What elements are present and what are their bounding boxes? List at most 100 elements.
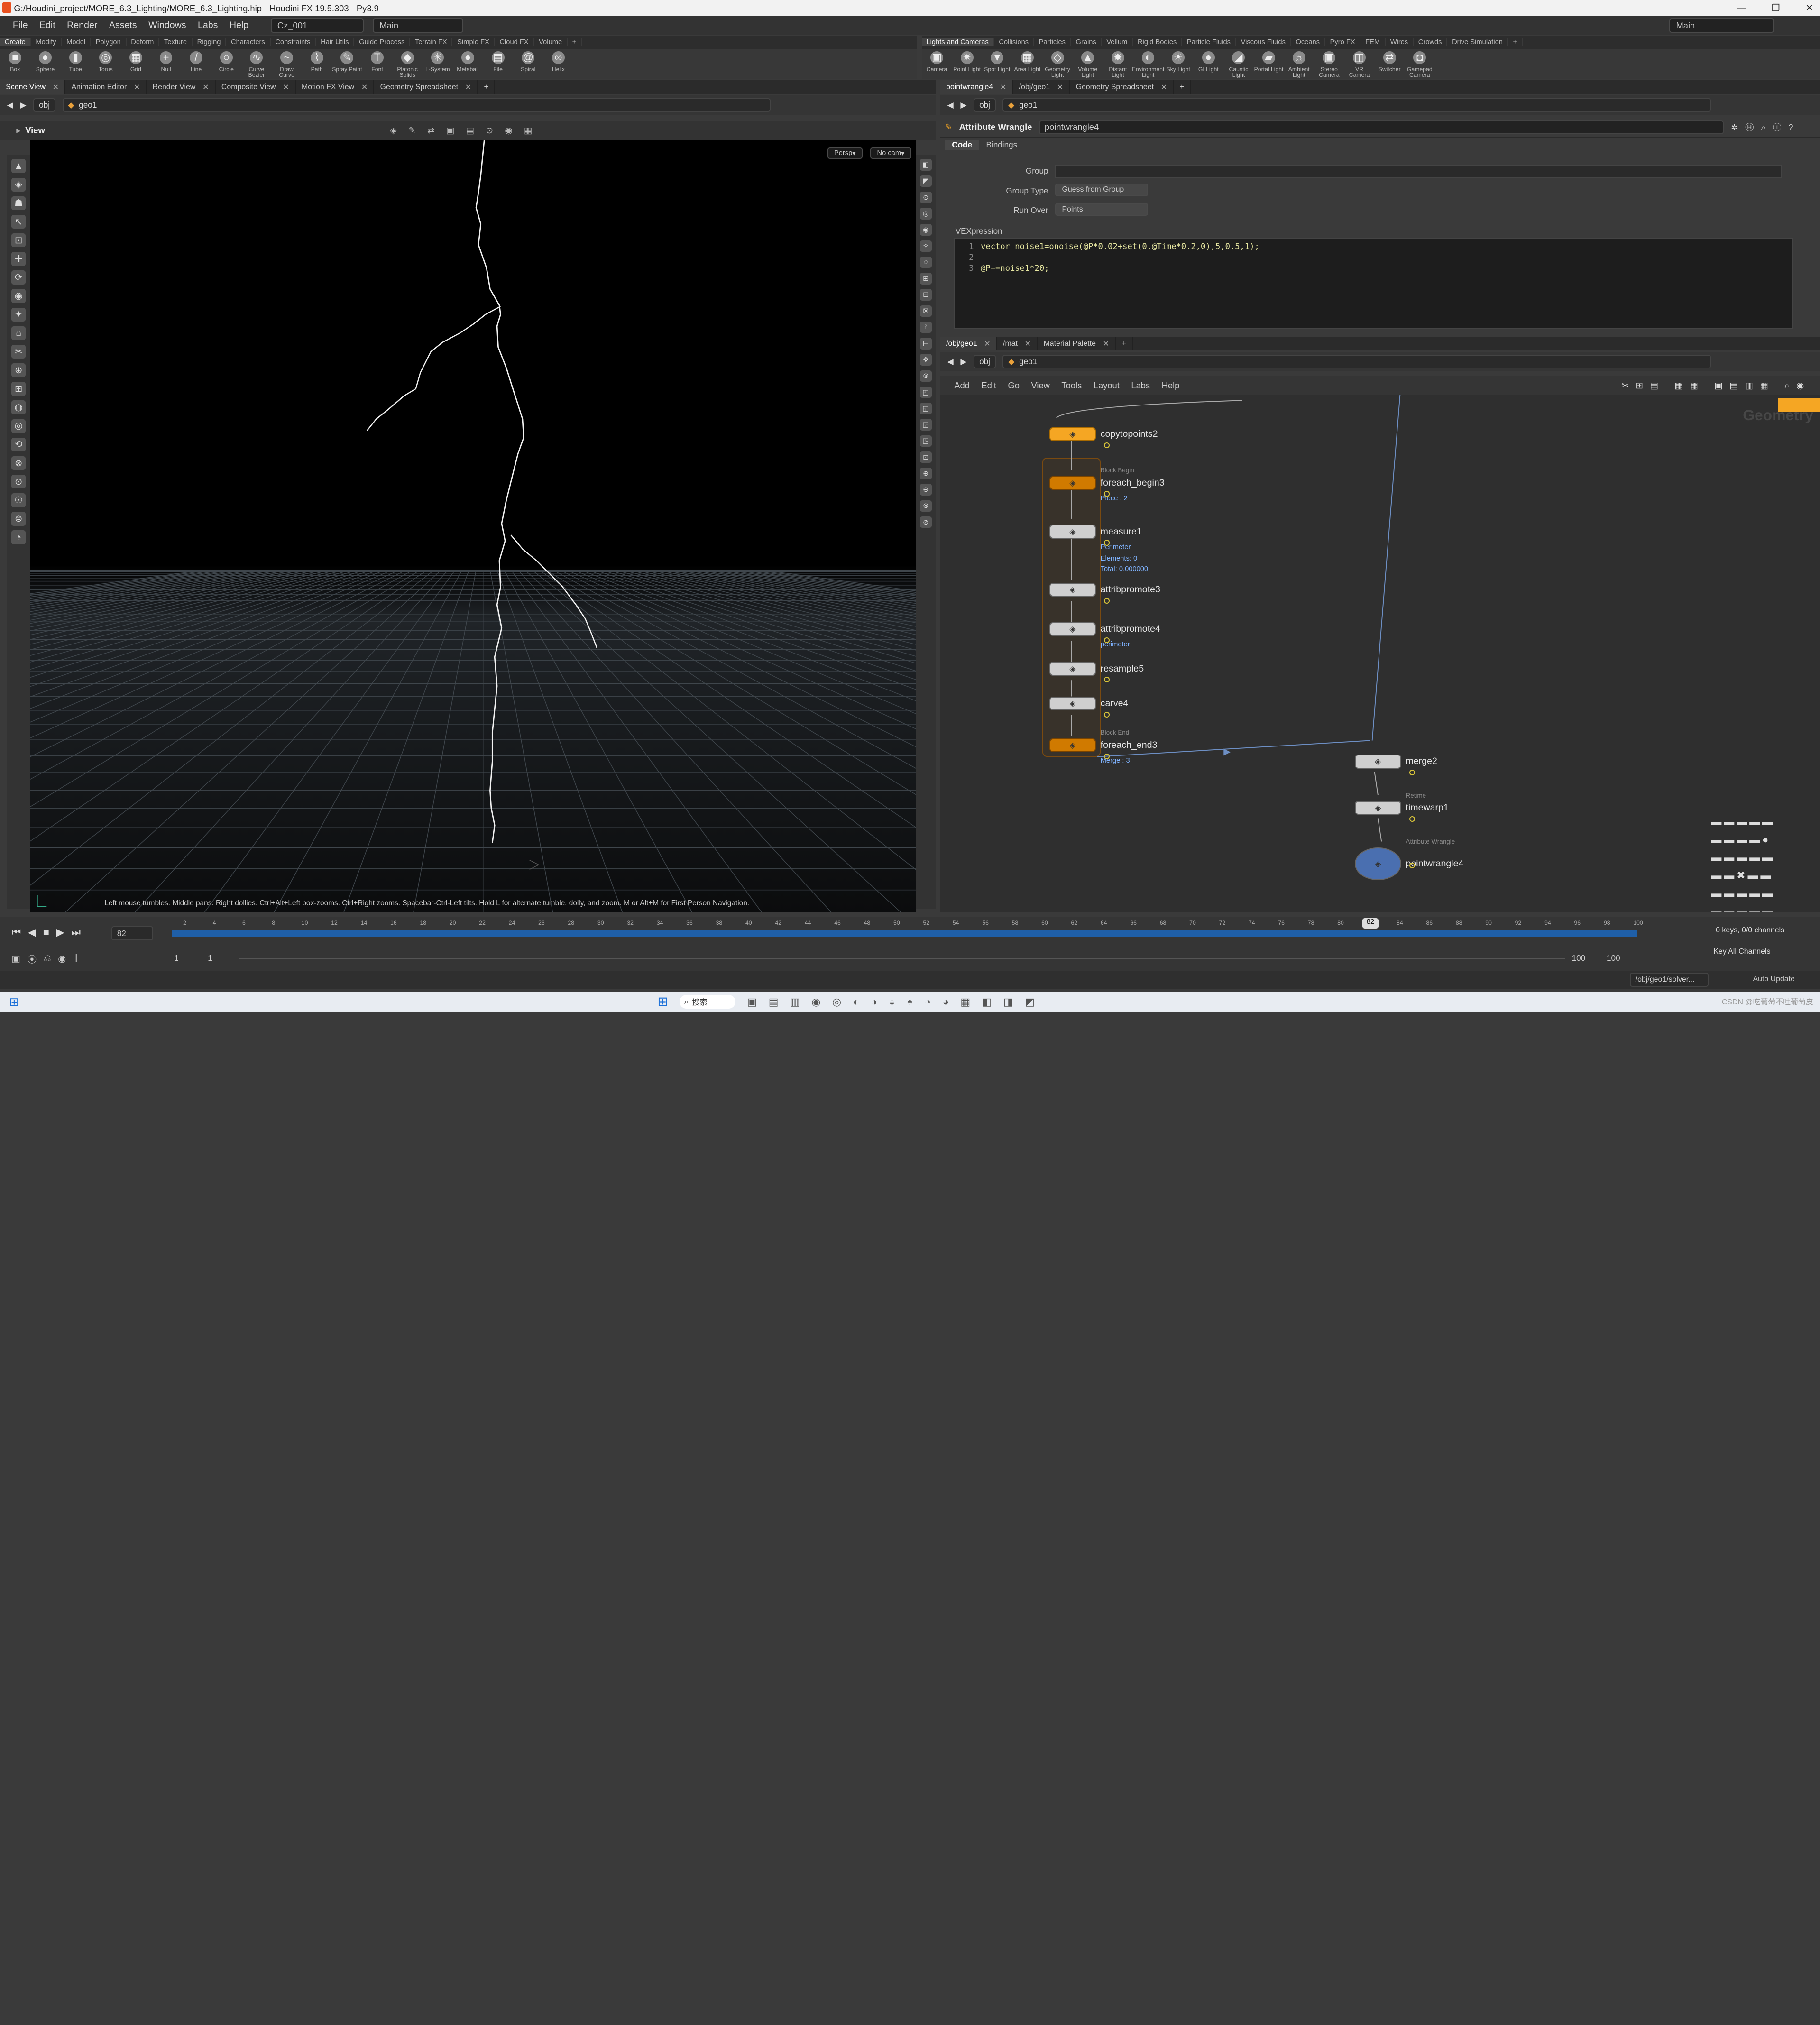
viewport-tool-icon[interactable]: ⊗ [11,456,26,470]
network-toolbar-icons[interactable]: ✂⊞▤ ▦▦ ▣▤▥▦ ⌕◉ [1621,380,1811,391]
shelf-tab-rigid-bodies[interactable]: Rigid Bodies [1133,38,1183,46]
node-body[interactable]: ◈ [1354,755,1401,769]
shelf-tab-modify[interactable]: Modify [31,38,62,46]
menu-render[interactable]: Render [61,20,103,31]
display-tool-icon[interactable]: ◳ [920,435,932,447]
viewport-tool-icon[interactable]: ◎ [11,419,26,433]
tool-sphere[interactable]: ● Sphere [30,49,61,72]
taskbar-app-icons[interactable]: ▣▤▥◉◎◐◑◒◓◔◕▦◧◨◩ [747,996,1046,1008]
display-tool-icon[interactable]: ⟟ [920,321,932,333]
forward-icon[interactable]: ▶ [20,100,27,110]
display-tool-icon[interactable]: ⊘ [920,516,932,528]
scene-tab-5[interactable]: Geometry Spreadsheet ✕ [374,80,478,94]
shelf-tab-crowds[interactable]: Crowds [1414,38,1448,46]
tool-torus[interactable]: ◎ Torus [91,49,121,72]
viewport-tool-icon[interactable]: ⟲ [11,437,26,452]
display-tool-icon[interactable]: ◎ [920,208,932,220]
node-timewarp1[interactable]: ◈ timewarp1 Retime [1354,792,1449,822]
tool-path[interactable]: ⌇ Path [302,49,332,72]
param-tab-0[interactable]: pointwrangle4 ✕ [940,80,1013,94]
camera-menu[interactable]: No cam ▾ [870,147,911,159]
tool-circle[interactable]: ○ Circle [211,49,241,72]
forward-icon[interactable]: ▶ [960,357,966,367]
viewport-tool-icon[interactable]: ◈ [11,177,26,192]
node-attribpromote4[interactable]: ◈ attribpromote4 perimeter [1049,622,1160,648]
tool-environment-light[interactable]: ◐ Environment Light [1132,49,1164,78]
playhead-marker[interactable]: 82 [1362,918,1379,929]
display-tool-icon[interactable]: ⊠ [920,305,932,317]
close-tab-icon[interactable]: ✕ [53,83,59,92]
shelf-tab-volume[interactable]: Volume [534,38,568,46]
shelf-tab-create[interactable]: Create [0,38,31,46]
tool-metaball[interactable]: ● Metaball [453,49,483,72]
viewport-tool-icon[interactable]: ✂ [11,344,26,359]
close-tab-icon[interactable]: ✕ [202,83,209,92]
add-tab-icon[interactable]: + [478,80,496,94]
scene-viewport[interactable]: Persp ▾ No cam ▾ Left mouse tumbles. Middl… [30,140,916,913]
close-tab-icon[interactable]: ✕ [1103,339,1109,349]
tool-ambient-light[interactable]: ☼ Ambient Light [1284,49,1314,78]
display-tool-icon[interactable]: ⊖ [920,484,932,496]
display-tool-icon[interactable]: ✧ [920,240,932,252]
stop-icon[interactable]: ■ [43,926,49,939]
network-tab-1[interactable]: /mat ✕ [997,336,1038,351]
display-tool-icon[interactable]: ◌ [920,256,932,268]
display-tool-icon[interactable]: ◧ [920,159,932,171]
display-tool-icon[interactable]: ⊕ [920,468,932,479]
viewport-tool-icon[interactable]: ⌂ [11,326,26,341]
network-menu-add[interactable]: Add [954,380,970,391]
back-icon[interactable]: ◀ [7,100,13,110]
context-selector[interactable]: Main [373,18,464,33]
path-geo1[interactable]: ◆ geo1 [62,98,771,112]
right-context-selector[interactable]: Main [1669,18,1774,33]
scene-tab-1[interactable]: Animation Editor ✕ [65,80,147,94]
display-tool-icon[interactable]: ⊟ [920,289,932,301]
viewport-tool-icon[interactable]: ✚ [11,252,26,266]
frame-ruler[interactable]: 2 4 6 8 10 12 14 16 18 20 22 24 26 28 30 32 34 36 38 40 42 44… [172,918,1643,940]
shelf-tab-particle-fluids[interactable]: Particle Fluids [1182,38,1236,46]
scene-tab-0[interactable]: Scene View ✕ [0,80,66,94]
shelf-tab-cloud-fx[interactable]: Cloud FX [495,38,534,46]
node-carve4[interactable]: ◈ carve4 [1049,696,1128,718]
run-over-select[interactable]: Points [1055,203,1149,216]
tool-distant-light[interactable]: ✸ Distant Light [1103,49,1133,78]
menu-windows[interactable]: Windows [143,20,192,31]
close-tab-icon[interactable]: ✕ [465,83,471,92]
network-menu-tools[interactable]: Tools [1061,380,1082,391]
shelf-tab-collisions[interactable]: Collisions [994,38,1034,46]
shelf-tab-constraints[interactable]: Constraints [271,38,316,46]
tool-point-light[interactable]: ✷ Point Light [952,49,982,72]
node-body[interactable]: ◈ [1049,738,1096,753]
node-foreach_begin3[interactable]: ◈ foreach_begin3 Block Begin Piece : 2 [1049,467,1165,502]
viewer-display-icons[interactable]: ◈✎⇄▣▤⊙◉▦ [390,125,544,136]
display-tool-icon[interactable]: ◲ [920,419,932,431]
tool-volume-light[interactable]: ▲ Volume Light [1073,49,1103,78]
param-tab-1[interactable]: /obj/geo1 ✕ [1013,80,1070,94]
play-icon[interactable]: ▶ [56,926,64,939]
node-body[interactable]: ◈ [1049,476,1096,490]
display-tool-icon[interactable]: ⊞ [920,273,932,285]
back-icon[interactable]: ◀ [947,357,954,367]
node-foreach_end3[interactable]: ◈ foreach_end3 Block End Merge : 3 [1049,729,1157,764]
shelf-tab-texture[interactable]: Texture [159,38,193,46]
display-tool-icon[interactable]: ⊚ [920,370,932,382]
viewport-tool-icon[interactable]: ⊡ [11,233,26,248]
close-tab-icon[interactable]: ✕ [134,83,140,92]
node-name-field[interactable]: pointwrangle4 [1039,120,1724,134]
desktop-selector[interactable]: Cz_001 [270,18,364,33]
shelf-tab-simple-fx[interactable]: Simple FX [452,38,495,46]
network-tab-2[interactable]: Material Palette ✕ [1038,336,1116,351]
viewport-tool-icon[interactable]: ☗ [11,196,26,211]
key-all-button[interactable]: Key All Channels [1713,948,1770,956]
node-body[interactable]: ◈ [1049,525,1096,539]
shelf-tab-polygon[interactable]: Polygon [91,38,127,46]
viewport-tool-icon[interactable]: ⊞ [11,382,26,396]
close-tab-icon[interactable]: ✕ [1161,83,1167,92]
group-field[interactable] [1055,165,1782,178]
close-tab-icon[interactable]: ✕ [984,339,990,349]
viewport-tool-icon[interactable]: ◉ [11,289,26,303]
viewport-tool-icon[interactable]: ⟳ [11,270,26,285]
tab-bindings[interactable]: Bindings [979,140,1024,150]
display-tool-icon[interactable]: ⊡ [920,451,932,463]
tool-portal-light[interactable]: ▰ Portal Light [1254,49,1284,72]
